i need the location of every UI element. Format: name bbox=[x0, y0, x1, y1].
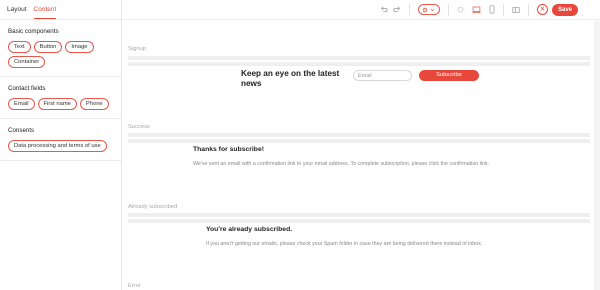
field-email[interactable]: Email bbox=[8, 98, 35, 110]
close-icon: ✕ bbox=[536, 4, 548, 15]
settings-icon bbox=[423, 7, 428, 12]
block-label-signup: Signup bbox=[128, 46, 147, 52]
field-phone[interactable]: Phone bbox=[79, 98, 109, 110]
section-basic-components: Basic components Text Button Image Conta… bbox=[0, 20, 121, 77]
section-title: Consents bbox=[8, 127, 35, 134]
placeholder-bar bbox=[128, 133, 590, 137]
section-consents: Consents Data processing and terms of us… bbox=[0, 119, 121, 161]
sidebar: Layout Content Basic components Text But… bbox=[0, 0, 122, 290]
desktop-view-icon[interactable] bbox=[472, 6, 481, 14]
chip-list: Data processing and terms of use bbox=[8, 140, 114, 152]
scrollbar[interactable] bbox=[594, 21, 600, 290]
block-label-error: Error bbox=[128, 283, 141, 289]
email-input[interactable] bbox=[353, 70, 412, 81]
placeholder-bar bbox=[128, 139, 590, 143]
chip-list: Text Button Image Container bbox=[8, 41, 114, 68]
field-first-name[interactable]: First name bbox=[37, 98, 77, 110]
consent-data-processing[interactable]: Data processing and terms of use bbox=[8, 140, 107, 152]
loading-icon bbox=[457, 6, 464, 13]
toolbar-divider bbox=[408, 3, 410, 16]
toolbar-divider bbox=[502, 3, 504, 16]
component-button[interactable]: Button bbox=[33, 41, 63, 53]
already-subscribed-title: You're already subscribed. bbox=[206, 226, 293, 233]
component-image[interactable]: Image bbox=[65, 41, 94, 53]
toolbar: ✕ Save bbox=[122, 0, 600, 20]
placeholder-bar bbox=[128, 56, 590, 60]
placeholder-bar bbox=[128, 219, 590, 223]
save-button[interactable]: Save bbox=[551, 3, 578, 16]
mobile-view-icon[interactable] bbox=[489, 5, 495, 14]
success-message: We've sent an email with a confirmation … bbox=[193, 161, 490, 167]
already-subscribed-message: If you aren't getting our emails, please… bbox=[206, 241, 483, 247]
canvas: Signup Keep an eye on the latest news Su… bbox=[122, 21, 600, 290]
chevron-down-icon bbox=[431, 8, 435, 11]
block-label-success: Success bbox=[128, 124, 150, 130]
close-button[interactable]: ✕ bbox=[536, 4, 548, 15]
undo-icon[interactable] bbox=[380, 6, 388, 14]
toolbar-divider bbox=[447, 3, 449, 16]
toolbar-divider bbox=[527, 3, 529, 16]
component-container[interactable]: Container bbox=[8, 56, 46, 68]
sidebar-tabs: Layout Content bbox=[0, 0, 121, 20]
block-label-already-subscribed: Already subscribed bbox=[128, 204, 178, 210]
section-title: Basic components bbox=[8, 28, 59, 35]
signup-title: Keep an eye on the latest news bbox=[241, 69, 340, 88]
success-title: Thanks for subscribe! bbox=[193, 146, 265, 153]
component-text[interactable]: Text bbox=[8, 41, 31, 53]
subscribe-button[interactable]: Subscribe bbox=[419, 70, 479, 81]
section-title: Contact fields bbox=[8, 85, 46, 92]
tab-content[interactable]: Content bbox=[33, 6, 57, 19]
placeholder-bar bbox=[128, 213, 590, 217]
redo-icon[interactable] bbox=[393, 6, 401, 14]
section-contact-fields: Contact fields Email First name Phone bbox=[0, 77, 121, 119]
tab-layout[interactable]: Layout bbox=[7, 6, 27, 19]
chip-list: Email First name Phone bbox=[8, 98, 114, 110]
device-settings-dropdown[interactable] bbox=[417, 4, 440, 15]
preview-icon[interactable] bbox=[512, 6, 520, 14]
placeholder-bar bbox=[128, 62, 590, 66]
